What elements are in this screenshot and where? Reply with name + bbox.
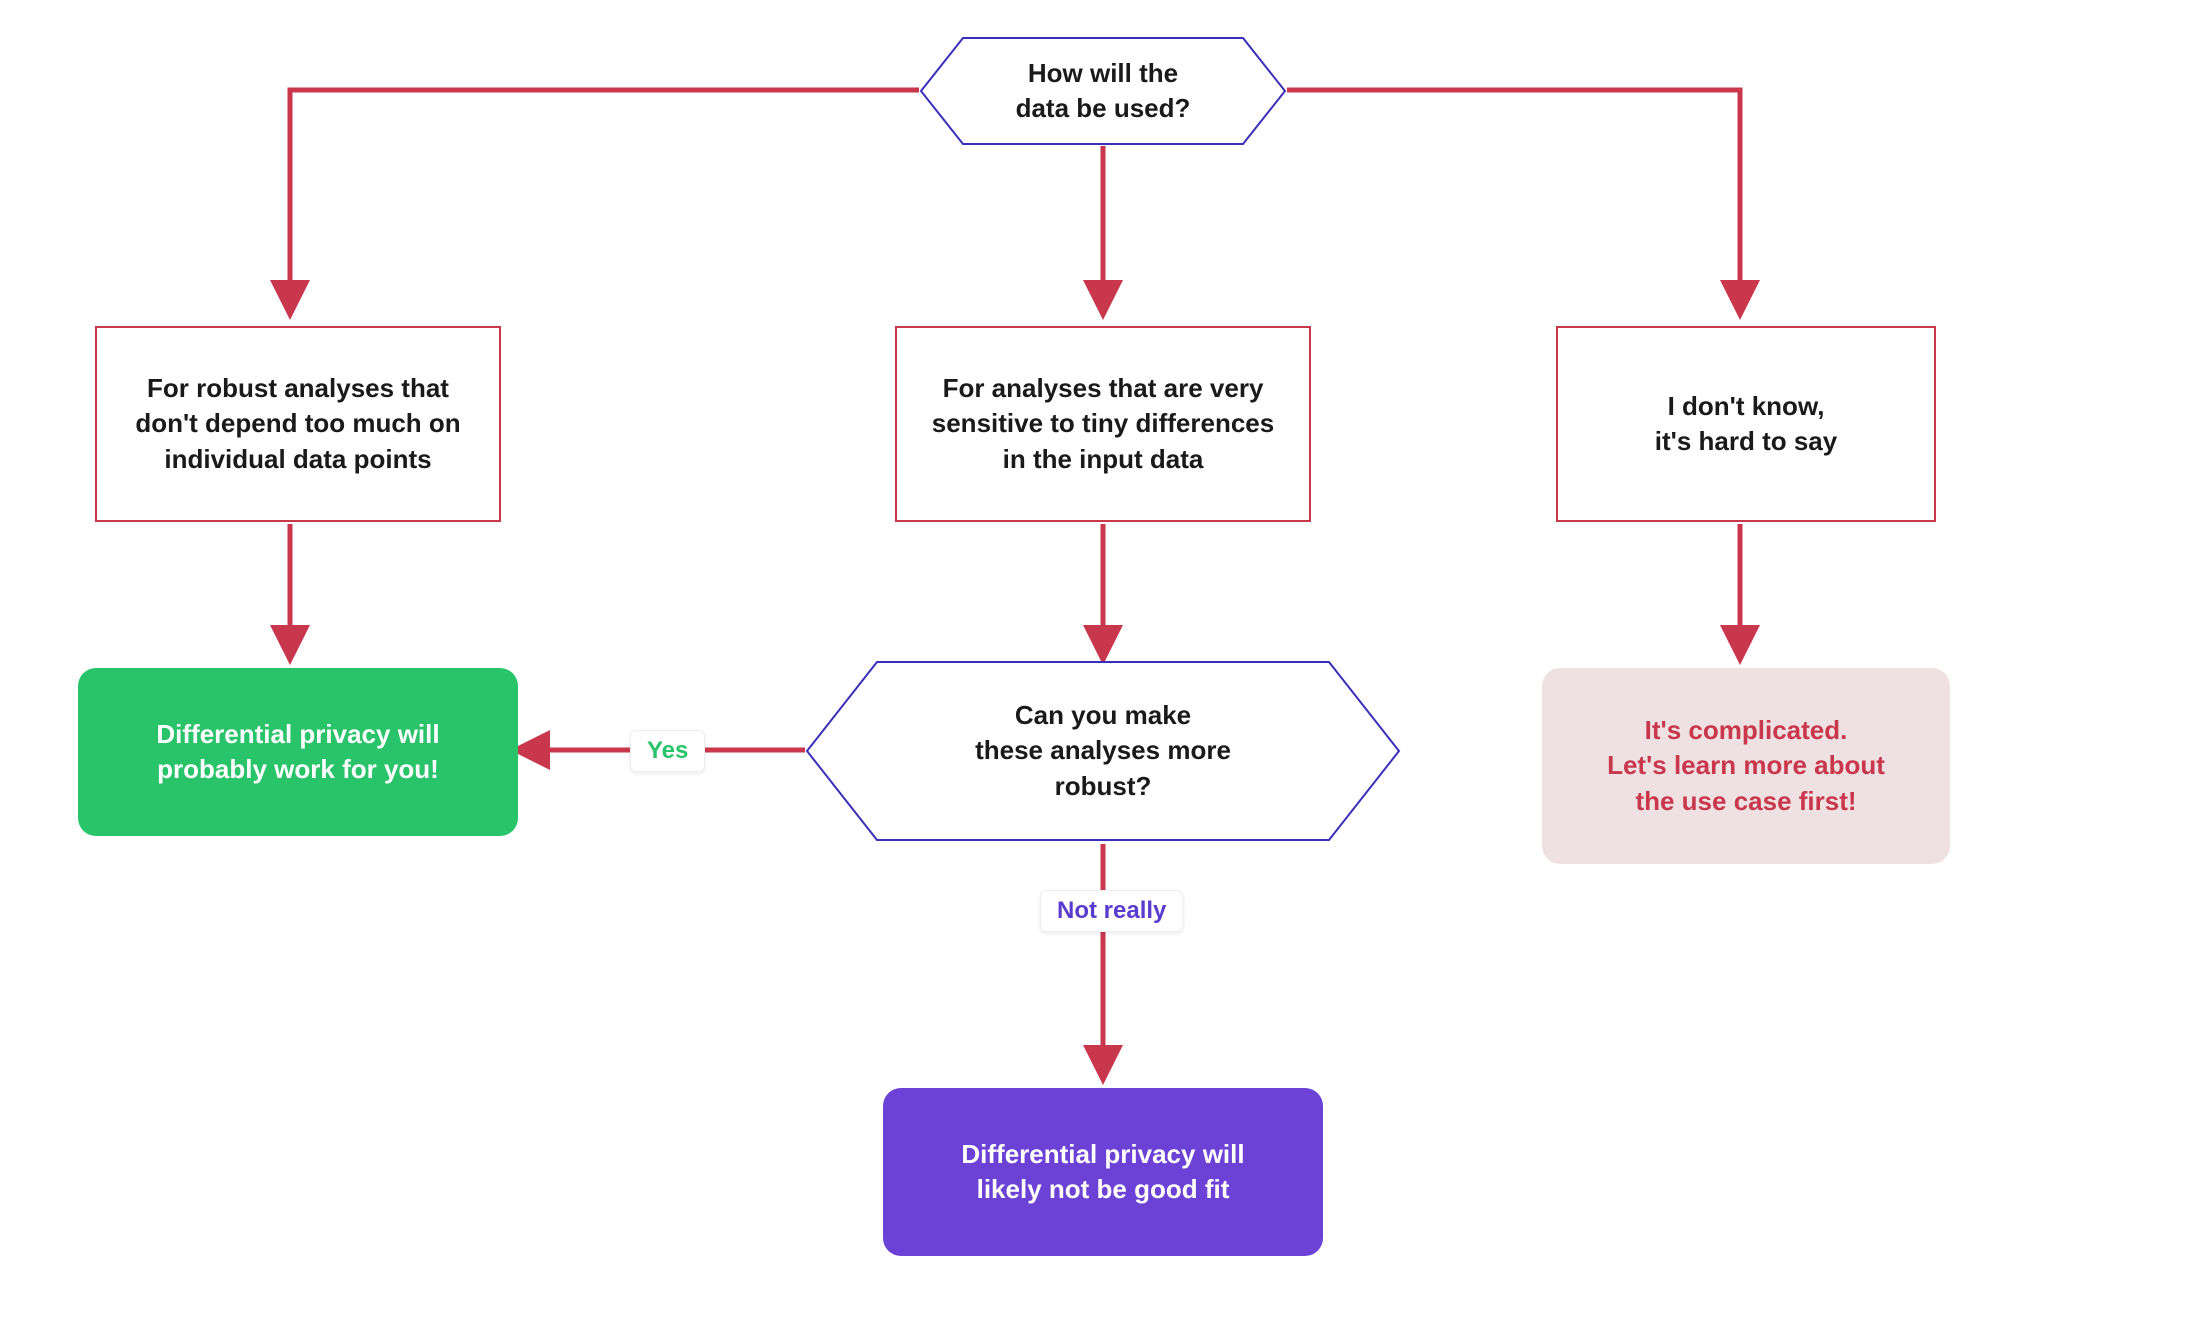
decision-make-robust: Can you make these analyses more robust? xyxy=(805,660,1401,842)
result-will-work-text: Differential privacy will probably work … xyxy=(156,717,439,787)
decision-root-text: How will the data be used? xyxy=(1016,56,1191,126)
result-complicated-text: It's complicated. Let's learn more about… xyxy=(1607,713,1885,818)
branch-sensitive-analyses: For analyses that are very sensitive to … xyxy=(895,326,1311,522)
branch-sensitive-text: For analyses that are very sensitive to … xyxy=(932,371,1274,476)
decision-root: How will the data be used? xyxy=(919,36,1287,146)
result-complicated: It's complicated. Let's learn more about… xyxy=(1542,668,1950,864)
edge-label-not-really-text: Not really xyxy=(1057,897,1166,924)
branch-robust-analyses: For robust analyses that don't depend to… xyxy=(95,326,501,522)
edge-label-yes-text: Yes xyxy=(647,737,688,764)
edge-label-yes: Yes xyxy=(630,730,705,772)
decision-make-robust-text: Can you make these analyses more robust? xyxy=(975,698,1231,803)
branch-robust-text: For robust analyses that don't depend to… xyxy=(135,371,460,476)
edge-label-not-really: Not really xyxy=(1040,890,1183,932)
branch-dont-know: I don't know, it's hard to say xyxy=(1556,326,1936,522)
branch-dont-know-text: I don't know, it's hard to say xyxy=(1655,389,1837,459)
result-not-good-fit-text: Differential privacy will likely not be … xyxy=(961,1137,1244,1207)
result-will-work: Differential privacy will probably work … xyxy=(78,668,518,836)
result-not-good-fit: Differential privacy will likely not be … xyxy=(883,1088,1323,1256)
flowchart: How will the data be used? For robust an… xyxy=(0,0,2210,1324)
